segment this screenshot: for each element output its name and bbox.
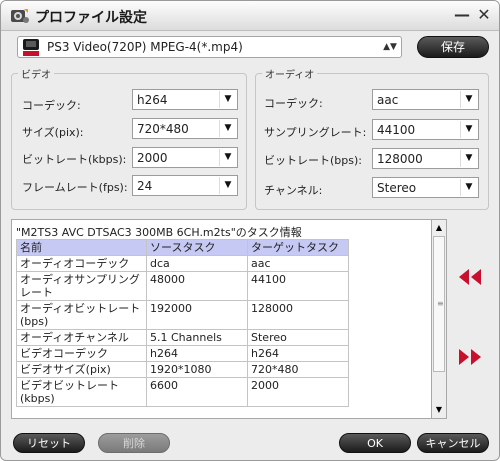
- table-cell: オーディオビットレート(bps): [16, 300, 147, 330]
- column-header-source: ソースタスク: [146, 239, 248, 256]
- grip-icon: ≡: [437, 299, 444, 308]
- table-cell: オーディオチャンネル: [16, 329, 147, 346]
- table-cell: 48000: [146, 271, 248, 301]
- ps3-video-icon: [23, 39, 39, 56]
- table-cell: 720*480: [247, 361, 349, 378]
- table-cell: h264: [247, 345, 349, 362]
- table-cell: 6600: [146, 377, 248, 407]
- table-cell: 5.1 Channels: [146, 329, 248, 346]
- audio-samplerate-value: 44100: [377, 123, 416, 137]
- video-framerate-value: 24: [137, 179, 153, 193]
- scroll-up-arrow-icon[interactable]: ▲: [433, 222, 445, 234]
- video-bitrate-value: 2000: [137, 151, 168, 165]
- app-settings-icon: [11, 9, 29, 23]
- table-cell: 44100: [247, 271, 349, 301]
- table-row: ビデオサイズ(pix) 1920*1080 720*480: [16, 361, 349, 378]
- table-cell: ビデオサイズ(pix): [16, 361, 147, 378]
- audio-bitrate-select[interactable]: 128000 ▼: [372, 148, 479, 169]
- save-button[interactable]: 保存: [417, 36, 489, 58]
- chevron-down-icon[interactable]: ▼: [460, 150, 477, 167]
- table-cell: h264: [146, 345, 248, 362]
- table-cell: 2000: [247, 377, 349, 407]
- audio-channel-value: Stereo: [377, 181, 417, 195]
- table-row: オーディオコーデック dca aac: [16, 255, 349, 272]
- chevron-down-icon[interactable]: ▼: [460, 179, 477, 196]
- table-cell: オーディオコーデック: [16, 255, 147, 272]
- audio-channel-label: チャンネル:: [264, 184, 323, 197]
- task-info-caption: "M2TS3 AVC DTSAC3 300MB 6CH.m2ts"のタスク情報: [16, 226, 302, 239]
- up-down-arrow-icon: ▲▼: [383, 42, 397, 52]
- cancel-button[interactable]: キャンセル: [417, 433, 489, 453]
- table-row: オーディオチャンネル 5.1 Channels Stereo: [16, 329, 349, 346]
- scrollbar-thumb[interactable]: ≡: [433, 236, 445, 372]
- audio-samplerate-label: サンプリングレート:: [264, 126, 367, 139]
- audio-codec-select[interactable]: aac ▼: [372, 89, 479, 110]
- video-codec-label: コーデック:: [22, 99, 81, 112]
- delete-button[interactable]: 削除: [98, 433, 170, 453]
- audio-codec-label: コーデック:: [264, 97, 323, 110]
- task-info-scrollbar[interactable]: ▲ ≡ ▼: [431, 219, 447, 419]
- chevron-down-icon[interactable]: ▼: [219, 149, 236, 166]
- table-cell: ビデオビットレート(kbps): [16, 377, 147, 407]
- collapse-left-icon[interactable]: [457, 268, 483, 286]
- chevron-down-icon[interactable]: ▼: [219, 177, 236, 194]
- table-row: ビデオコーデック h264 h264: [16, 345, 349, 362]
- video-bitrate-select[interactable]: 2000 ▼: [132, 147, 238, 168]
- table-header-row: 名前 ソースタスク ターゲットタスク: [16, 239, 349, 256]
- table-cell: ビデオコーデック: [16, 345, 147, 362]
- video-bitrate-label: ビットレート(kbps):: [22, 153, 127, 166]
- minimize-button[interactable]: —: [453, 5, 471, 25]
- ok-button[interactable]: OK: [339, 433, 411, 453]
- video-size-label: サイズ(pix):: [22, 126, 84, 139]
- close-button[interactable]: ✕: [475, 5, 493, 25]
- video-size-value: 720*480: [137, 122, 189, 136]
- table-row: オーディオビットレート(bps) 192000 128000: [16, 300, 349, 330]
- reset-button[interactable]: リセット: [13, 433, 85, 453]
- profile-dropdown[interactable]: PS3 Video(720P) MPEG-4(*.mp4) ▲▼: [17, 36, 402, 58]
- column-header-target: ターゲットタスク: [247, 239, 349, 256]
- chevron-down-icon[interactable]: ▼: [219, 120, 236, 137]
- table-cell: dca: [146, 255, 248, 272]
- profile-selected-value: PS3 Video(720P) MPEG-4(*.mp4): [47, 40, 243, 54]
- column-header-name: 名前: [16, 239, 147, 256]
- table-row: オーディオサンプリングレート 48000 44100: [16, 271, 349, 301]
- audio-bitrate-value: 128000: [377, 152, 423, 166]
- video-group-legend: ビデオ: [21, 70, 51, 81]
- video-codec-value: h264: [137, 93, 168, 107]
- task-info-table: 名前 ソースタスク ターゲットタスク オーディオコーデック dca aac オーディ…: [16, 239, 349, 407]
- table-row: ビデオビットレート(kbps) 6600 2000: [16, 377, 349, 407]
- table-cell: aac: [247, 255, 349, 272]
- dialog-title: プロファイル設定: [35, 10, 147, 26]
- audio-samplerate-select[interactable]: 44100 ▼: [372, 119, 479, 140]
- table-cell: オーディオサンプリングレート: [16, 271, 147, 301]
- task-info-panel: "M2TS3 AVC DTSAC3 300MB 6CH.m2ts"のタスク情報 …: [11, 219, 447, 419]
- table-cell: 1920*1080: [146, 361, 248, 378]
- table-cell: 192000: [146, 300, 248, 330]
- audio-group-legend: オーディオ: [265, 70, 315, 81]
- profile-settings-dialog: プロファイル設定 — ✕ PS3 Video(720P) MPEG-4(*.mp…: [0, 0, 500, 461]
- title-bar[interactable]: プロファイル設定 — ✕: [1, 1, 499, 31]
- table-cell: 128000: [247, 300, 349, 330]
- audio-channel-select[interactable]: Stereo ▼: [372, 177, 479, 198]
- scroll-down-arrow-icon[interactable]: ▼: [433, 404, 445, 416]
- video-framerate-label: フレームレート(fps):: [22, 181, 128, 194]
- table-cell: Stereo: [247, 329, 349, 346]
- chevron-down-icon[interactable]: ▼: [219, 91, 236, 108]
- audio-bitrate-label: ビットレート(bps):: [264, 154, 362, 167]
- expand-right-icon[interactable]: [457, 348, 483, 366]
- video-codec-select[interactable]: h264 ▼: [132, 89, 238, 110]
- video-framerate-select[interactable]: 24 ▼: [132, 175, 238, 196]
- audio-codec-value: aac: [377, 93, 399, 107]
- video-size-select[interactable]: 720*480 ▼: [132, 118, 238, 139]
- chevron-down-icon[interactable]: ▼: [460, 91, 477, 108]
- chevron-down-icon[interactable]: ▼: [460, 121, 477, 138]
